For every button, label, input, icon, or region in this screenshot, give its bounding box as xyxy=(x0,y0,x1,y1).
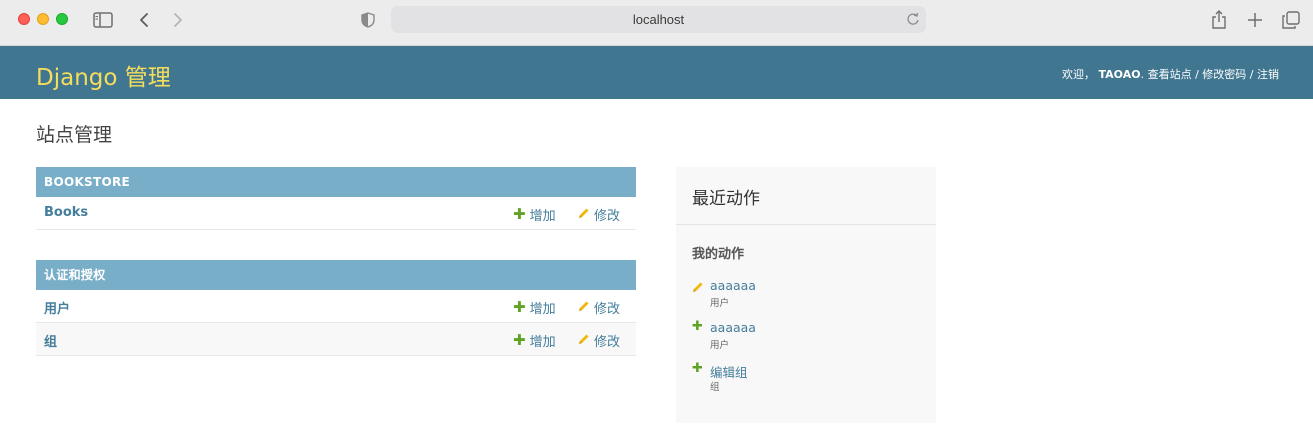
change-button[interactable]: 修改 xyxy=(578,205,620,224)
app-module-bookstore: BOOKSTORE Books ✚ 增加 修改 xyxy=(36,167,636,230)
change-button[interactable]: 修改 xyxy=(578,331,620,350)
my-actions-title: 我的动作 xyxy=(692,247,745,262)
add-label: 增加 xyxy=(529,335,556,350)
add-label: 增加 xyxy=(529,302,556,317)
change-label: 修改 xyxy=(594,302,621,317)
pencil-icon xyxy=(578,207,590,223)
recent-action-type: 用户 xyxy=(710,340,730,351)
privacy-shield-icon[interactable] xyxy=(357,9,379,31)
model-link-books[interactable]: Books xyxy=(44,205,88,220)
view-site-link[interactable]: 查看站点 xyxy=(1148,68,1192,81)
module-caption[interactable]: 认证和授权 xyxy=(36,260,636,290)
recent-actions-panel: 最近动作 我的动作 aaaaaa 用户 ✚ aaaaaa 用户 ✚ 编辑组 组 xyxy=(676,167,936,423)
logout-link[interactable]: 注销 xyxy=(1257,68,1279,81)
plus-icon: ✚ xyxy=(692,361,703,376)
module-caption[interactable]: BOOKSTORE xyxy=(36,167,636,197)
pencil-icon xyxy=(578,300,590,316)
close-window-button[interactable] xyxy=(18,13,30,25)
plus-icon: ✚ xyxy=(513,298,526,316)
separator: . xyxy=(1140,68,1148,81)
plus-icon: ✚ xyxy=(692,319,703,334)
browser-toolbar: localhost xyxy=(0,0,1313,46)
site-branding[interactable]: Django 管理 xyxy=(36,58,171,92)
recent-action-link[interactable]: aaaaaa xyxy=(710,320,756,335)
plus-icon: ✚ xyxy=(513,331,526,349)
model-row: Books ✚ 增加 修改 xyxy=(36,197,636,230)
back-icon[interactable] xyxy=(133,9,155,31)
new-tab-icon[interactable] xyxy=(1244,9,1266,31)
model-link-groups[interactable]: 组 xyxy=(44,331,57,350)
model-link-users[interactable]: 用户 xyxy=(44,298,70,317)
add-button[interactable]: ✚ 增加 xyxy=(513,331,556,351)
app-module-auth: 认证和授权 用户 ✚ 增加 修改 组 ✚ 增加 修改 xyxy=(36,260,636,356)
change-button[interactable]: 修改 xyxy=(578,298,620,317)
add-label: 增加 xyxy=(529,209,556,224)
welcome-text: 欢迎， xyxy=(1062,68,1095,81)
recent-action-type: 组 xyxy=(710,382,720,393)
django-header: Django 管理 欢迎， TAOAO. 查看站点 / 修改密码 / 注销 xyxy=(0,46,1313,99)
username: TAOAO xyxy=(1098,68,1141,81)
minimize-window-button[interactable] xyxy=(37,13,49,25)
page-title: 站点管理 xyxy=(36,124,113,146)
recent-action-type: 用户 xyxy=(710,298,730,309)
model-row: 组 ✚ 增加 修改 xyxy=(36,323,636,356)
separator: / xyxy=(1191,68,1203,81)
pencil-icon xyxy=(692,278,704,297)
zoom-window-button[interactable] xyxy=(56,13,68,25)
model-row: 用户 ✚ 增加 修改 xyxy=(36,290,636,323)
forward-icon[interactable] xyxy=(167,9,189,31)
recent-actions-title: 最近动作 xyxy=(692,189,760,209)
tab-overview-icon[interactable] xyxy=(1280,9,1302,31)
change-label: 修改 xyxy=(594,209,621,224)
reload-icon[interactable] xyxy=(906,11,920,30)
share-icon[interactable] xyxy=(1208,9,1230,31)
url-text: localhost xyxy=(632,12,685,27)
recent-action-link[interactable]: aaaaaa xyxy=(710,278,756,293)
sidebar-toggle-icon[interactable] xyxy=(92,9,114,31)
add-button[interactable]: ✚ 增加 xyxy=(513,298,556,318)
separator: / xyxy=(1246,68,1257,81)
add-button[interactable]: ✚ 增加 xyxy=(513,205,556,225)
change-password-link[interactable]: 修改密码 xyxy=(1202,68,1246,81)
pencil-icon xyxy=(578,333,590,349)
address-bar[interactable]: localhost xyxy=(391,6,926,33)
user-tools: 欢迎， TAOAO. 查看站点 / 修改密码 / 注销 xyxy=(1062,66,1279,82)
change-label: 修改 xyxy=(594,335,621,350)
divider xyxy=(676,224,936,225)
plus-icon: ✚ xyxy=(513,205,526,223)
